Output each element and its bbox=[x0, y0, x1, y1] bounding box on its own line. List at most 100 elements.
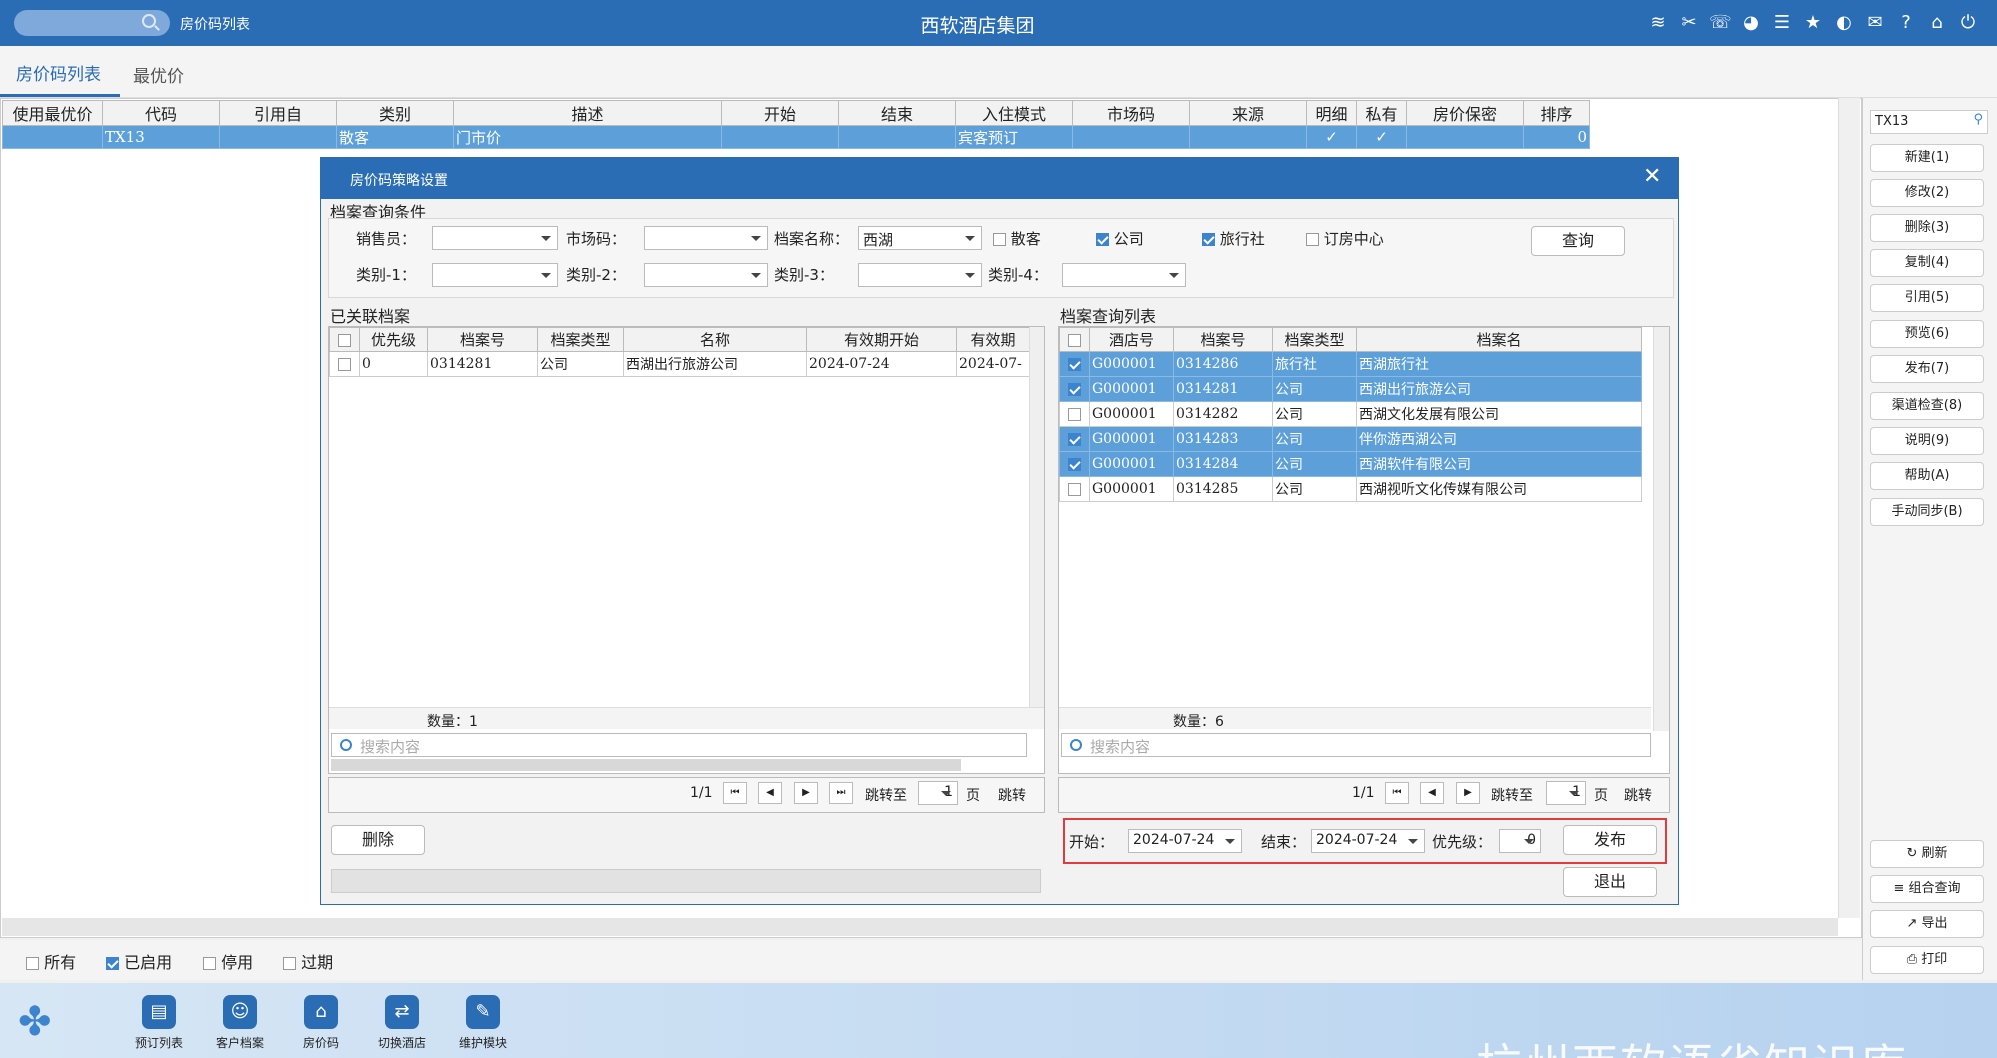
mail-icon[interactable]: ✉ bbox=[1864, 12, 1886, 34]
jump-page-input[interactable]: 1 bbox=[1546, 781, 1586, 805]
table-row[interactable]: G000001 0314286 旅行社 西湖旅行社 bbox=[1059, 351, 1642, 377]
new-button[interactable]: 新建(1) bbox=[1870, 144, 1984, 172]
wifi-icon[interactable]: ≋ bbox=[1647, 12, 1669, 34]
checkbox[interactable] bbox=[203, 957, 216, 970]
row-select[interactable] bbox=[1059, 476, 1090, 502]
next-page-icon[interactable]: ▶ bbox=[1456, 782, 1480, 804]
column-header[interactable]: 排序 bbox=[1523, 100, 1590, 126]
table-row[interactable]: G000001 0314282 公司 西湖文化发展有限公司 bbox=[1059, 401, 1642, 427]
taskbar-switch-hotel[interactable]: ⇄ 切换酒店 bbox=[367, 995, 437, 1051]
vertical-scrollbar[interactable] bbox=[1029, 327, 1044, 707]
column-header[interactable]: 明细 bbox=[1306, 100, 1357, 126]
type-agency[interactable]: 旅行社 bbox=[1202, 228, 1265, 249]
column-header[interactable]: 代码 bbox=[102, 100, 220, 126]
cat2-select[interactable] bbox=[644, 263, 768, 287]
column-header[interactable]: 描述 bbox=[453, 100, 722, 126]
tab-best-price[interactable]: 最优价 bbox=[133, 62, 184, 87]
home-icon[interactable]: ⌂ bbox=[1926, 12, 1948, 34]
manual-sync-button[interactable]: 手动同步(B) bbox=[1870, 498, 1984, 526]
column-header[interactable]: 类别 bbox=[336, 100, 454, 126]
filter-disabled[interactable]: 停用 bbox=[203, 949, 253, 973]
market-select[interactable] bbox=[644, 226, 768, 250]
filter-all[interactable]: 所有 bbox=[26, 949, 76, 973]
refresh-button[interactable]: ↻ 刷新 bbox=[1870, 840, 1984, 868]
query-button[interactable]: 查询 bbox=[1531, 226, 1625, 256]
vertical-scrollbar[interactable] bbox=[1653, 327, 1669, 731]
description-button[interactable]: 说明(9) bbox=[1870, 427, 1984, 455]
preview-button[interactable]: 预览(6) bbox=[1870, 320, 1984, 348]
checkbox[interactable] bbox=[1068, 382, 1081, 396]
checkbox[interactable] bbox=[1306, 233, 1319, 246]
edit-button[interactable]: 修改(2) bbox=[1870, 179, 1984, 207]
theme-icon[interactable]: ◐ bbox=[1833, 12, 1855, 34]
checkbox[interactable] bbox=[106, 957, 119, 970]
checkbox[interactable] bbox=[1068, 432, 1081, 446]
row-select[interactable] bbox=[1059, 376, 1090, 402]
linked-search-input[interactable]: 搜索内容 bbox=[331, 733, 1027, 757]
row-select[interactable] bbox=[1059, 351, 1090, 377]
start-date-picker[interactable]: 2024-07-24 bbox=[1128, 829, 1242, 853]
table-row[interactable]: 0 0314281 公司 西湖出行旅游公司 2024-07-24 2024-07… bbox=[329, 351, 1030, 377]
app-logo-icon[interactable]: ✤ bbox=[18, 1002, 52, 1042]
filter-enabled[interactable]: 已启用 bbox=[106, 949, 172, 973]
jump-page-input[interactable]: 1 bbox=[918, 781, 958, 805]
print-button[interactable]: ⎙ 打印 bbox=[1870, 946, 1984, 974]
phone-icon[interactable]: ☏ bbox=[1709, 12, 1732, 34]
vertical-scrollbar[interactable] bbox=[1838, 98, 1860, 918]
reference-button[interactable]: 引用(5) bbox=[1870, 284, 1984, 312]
taskbar-maintenance[interactable]: ✎ 维护模块 bbox=[448, 995, 518, 1051]
checkbox[interactable] bbox=[26, 957, 39, 970]
checkbox[interactable] bbox=[338, 333, 351, 347]
table-row[interactable]: G000001 0314283 公司 伴你游西湖公司 bbox=[1059, 426, 1642, 452]
checkbox[interactable] bbox=[1068, 482, 1081, 496]
column-header[interactable]: 入住模式 bbox=[955, 100, 1073, 126]
next-page-icon[interactable]: ▶ bbox=[794, 782, 818, 804]
taskbar-rate-code[interactable]: ⌂ 房价码 bbox=[286, 995, 356, 1051]
column-header[interactable]: 引用自 bbox=[219, 100, 337, 126]
cat3-select[interactable] bbox=[858, 263, 982, 287]
cat4-select[interactable] bbox=[1062, 263, 1186, 287]
column-header[interactable]: 市场码 bbox=[1072, 100, 1190, 126]
column-header[interactable]: 档案类型 bbox=[537, 327, 624, 352]
checkbox[interactable] bbox=[1068, 333, 1081, 347]
checkbox[interactable] bbox=[1068, 457, 1081, 471]
select-all-header[interactable] bbox=[1059, 327, 1090, 352]
copy-button[interactable]: 复制(4) bbox=[1870, 249, 1984, 277]
checkbox[interactable] bbox=[1096, 233, 1109, 246]
column-header[interactable]: 档案号 bbox=[1173, 327, 1273, 352]
search-icon[interactable]: ⚲ bbox=[1973, 112, 1983, 127]
sales-select[interactable] bbox=[432, 226, 558, 250]
taskbar-customer-profile[interactable]: ☺ 客户档案 bbox=[205, 995, 275, 1051]
checkbox[interactable] bbox=[338, 357, 351, 371]
select-all-header[interactable] bbox=[329, 327, 360, 352]
combined-query-button[interactable]: ≡ 组合查询 bbox=[1870, 875, 1984, 903]
column-header[interactable]: 优先级 bbox=[359, 327, 428, 352]
results-search-input[interactable]: 搜索内容 bbox=[1061, 733, 1651, 757]
tab-rate-code-list[interactable]: 房价码列表 bbox=[16, 60, 101, 85]
last-page-icon[interactable]: ⏭ bbox=[829, 782, 853, 804]
row-select[interactable] bbox=[1059, 401, 1090, 427]
table-row[interactable]: G000001 0314281 公司 西湖出行旅游公司 bbox=[1059, 376, 1642, 402]
column-header[interactable]: 来源 bbox=[1189, 100, 1307, 126]
channel-check-button[interactable]: 渠道检查(8) bbox=[1870, 392, 1984, 420]
star-icon[interactable]: ★ bbox=[1802, 12, 1824, 34]
column-header[interactable]: 档案号 bbox=[427, 327, 538, 352]
delete-linked-button[interactable]: 删除 bbox=[331, 825, 425, 855]
filter-expired[interactable]: 过期 bbox=[283, 949, 333, 973]
table-row[interactable]: TX13 散客 门市价 宾客预订 ✓ ✓ 0 bbox=[2, 125, 1590, 149]
code-search-input[interactable]: TX13 ⚲ bbox=[1870, 110, 1988, 134]
exit-button[interactable]: 退出 bbox=[1563, 867, 1657, 897]
prev-page-icon[interactable]: ◀ bbox=[1420, 782, 1444, 804]
column-header[interactable]: 档案类型 bbox=[1272, 327, 1357, 352]
column-header[interactable]: 有效期开始 bbox=[806, 327, 957, 352]
palette-icon[interactable]: ◕ bbox=[1740, 12, 1762, 34]
publish-button[interactable]: 发布 bbox=[1563, 825, 1657, 855]
column-header[interactable]: 使用最优价 bbox=[2, 100, 103, 126]
export-button[interactable]: ↗ 导出 bbox=[1870, 910, 1984, 938]
horizontal-scrollbar[interactable] bbox=[331, 759, 961, 771]
jump-button[interactable]: 跳转 bbox=[1624, 785, 1652, 805]
name-input[interactable]: 西湖 bbox=[858, 226, 982, 250]
row-select[interactable] bbox=[1059, 426, 1090, 452]
help-button[interactable]: 帮助(A) bbox=[1870, 462, 1984, 490]
first-page-icon[interactable]: ⏮ bbox=[723, 782, 747, 804]
